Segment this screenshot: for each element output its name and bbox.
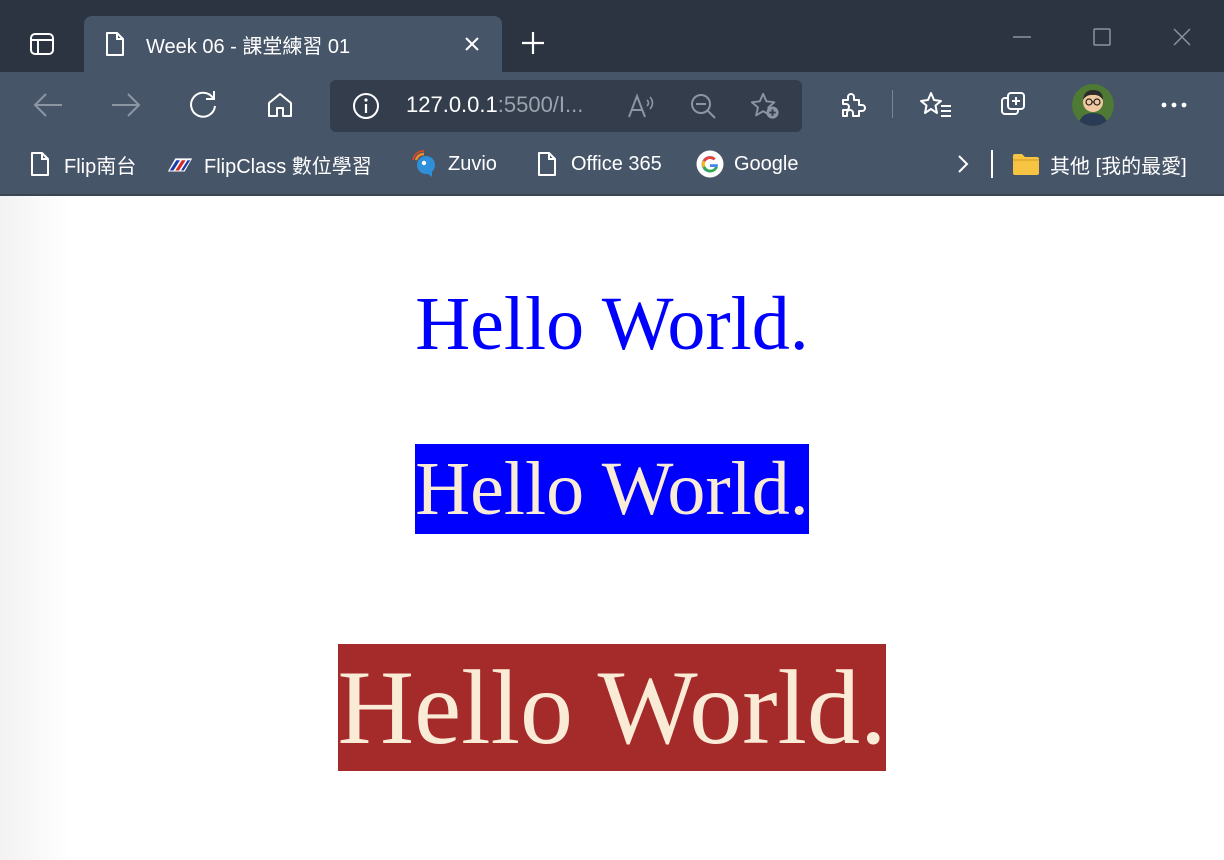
favorites-bar: Flip南台 FlipClass 數位學習 Zuvio Office 365 G…	[0, 138, 1224, 196]
arrow-right-icon	[112, 93, 141, 117]
url-path: :5500/I...	[497, 92, 584, 117]
navigation-toolbar: 127.0.0.1:5500/I...	[0, 72, 1224, 138]
title-bar: Week 06 - 課堂練習 01	[0, 0, 1224, 72]
favorites-button[interactable]	[916, 86, 956, 124]
zoom-out-icon[interactable]	[688, 92, 718, 120]
document-icon	[533, 149, 561, 179]
document-icon	[104, 31, 126, 57]
favorite-label: Zuvio	[448, 152, 497, 175]
toolbar-divider	[892, 90, 893, 118]
favorite-label: Flip南台	[64, 155, 137, 178]
favorite-item[interactable]: Google	[696, 146, 799, 182]
heading-2: Hello World.	[415, 444, 809, 534]
favorite-item[interactable]: Office 365	[533, 146, 662, 182]
favorite-label: FlipClass 數位學習	[204, 155, 372, 178]
folder-label: 其他 [我的最愛]	[1050, 155, 1187, 178]
more-icon	[1161, 102, 1187, 108]
heading-3: Hello World.	[337, 644, 887, 771]
avatar[interactable]	[1072, 84, 1114, 126]
minimize-icon	[1013, 36, 1031, 38]
home-button[interactable]	[260, 86, 300, 124]
heading-1-row: Hello World.	[0, 286, 1224, 362]
more-button[interactable]	[1154, 86, 1194, 124]
refresh-icon	[190, 91, 216, 118]
favorite-item[interactable]: Zuvio	[410, 146, 497, 182]
window-close-button[interactable]	[1164, 20, 1200, 54]
url-text[interactable]: 127.0.0.1:5500/I...	[406, 92, 583, 118]
puzzle-icon	[842, 93, 866, 117]
favorites-divider	[991, 150, 993, 178]
collections-button[interactable]	[994, 86, 1034, 124]
close-icon[interactable]	[460, 32, 484, 56]
collections-icon	[1001, 92, 1025, 115]
chevron-right-icon[interactable]	[950, 146, 976, 182]
maximize-button[interactable]	[1084, 20, 1120, 54]
read-aloud-icon[interactable]	[626, 92, 656, 120]
favorite-item[interactable]: Flip南台	[26, 146, 136, 182]
star-add-icon[interactable]	[750, 92, 780, 120]
address-bar[interactable]: 127.0.0.1:5500/I...	[330, 80, 802, 132]
other-favorites-folder[interactable]: 其他 [我的最愛]	[1012, 146, 1187, 182]
home-icon	[268, 93, 292, 117]
info-icon[interactable]	[352, 92, 380, 120]
document-icon	[26, 149, 54, 179]
extensions-button[interactable]	[832, 86, 872, 124]
tab-title: Week 06 - 課堂練習 01	[146, 35, 351, 58]
flipclass-logo-icon	[166, 149, 194, 179]
google-logo-icon	[696, 149, 724, 179]
plus-icon	[522, 32, 544, 54]
heading-2-row: Hello World.	[0, 444, 1224, 534]
new-tab-button[interactable]	[516, 28, 550, 58]
url-host: 127.0.0.1	[406, 92, 498, 117]
heading-3-row: Hello World.	[0, 644, 1224, 771]
forward-button[interactable]	[106, 86, 146, 124]
folder-icon	[1012, 149, 1040, 179]
refresh-button[interactable]	[183, 86, 223, 124]
favorite-item[interactable]: FlipClass 數位學習	[166, 146, 372, 182]
back-button[interactable]	[28, 86, 68, 124]
maximize-icon	[1093, 28, 1111, 46]
tab-active[interactable]: Week 06 - 課堂練習 01	[84, 16, 502, 72]
minimize-button[interactable]	[1004, 20, 1040, 54]
favorites-list-icon	[920, 92, 951, 117]
heading-1: Hello World.	[415, 282, 809, 366]
favorite-label: Google	[734, 152, 799, 175]
close-icon	[1173, 28, 1191, 46]
arrow-left-icon	[33, 93, 62, 117]
tab-actions-icon[interactable]	[18, 26, 66, 62]
zuvio-logo-icon	[410, 149, 438, 179]
favorite-label: Office 365	[571, 152, 662, 175]
page-viewport: Hello World. Hello World. Hello World.	[0, 196, 1224, 860]
